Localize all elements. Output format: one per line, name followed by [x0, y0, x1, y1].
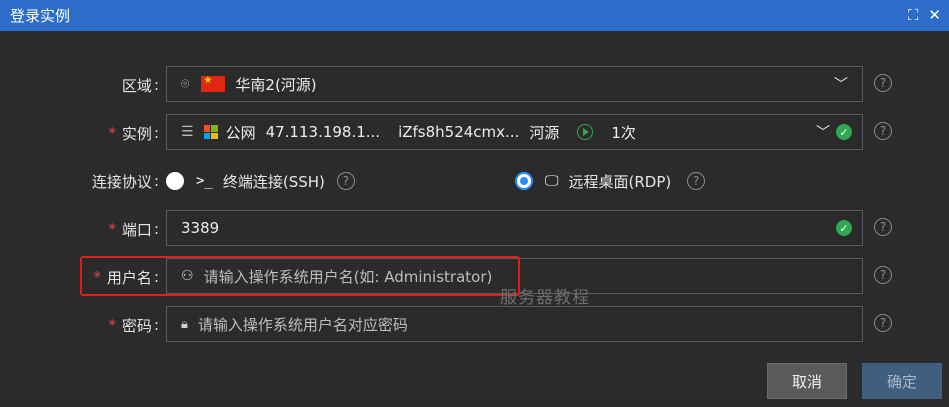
- username-help-icon[interactable]: ?: [874, 266, 892, 284]
- port-input[interactable]: 3389 ✓: [166, 210, 863, 246]
- ssh-option-label[interactable]: 终端连接(SSH): [223, 171, 325, 192]
- check-icon: ✓: [836, 220, 852, 236]
- instance-help-icon[interactable]: ?: [874, 122, 892, 140]
- expand-icon[interactable]: ⛶: [908, 8, 919, 23]
- ssh-radio[interactable]: [166, 172, 184, 190]
- lock-icon: 🔒︎: [181, 316, 188, 332]
- instance-network: 公网: [225, 123, 256, 142]
- region-select[interactable]: ⌾ 华南2(河源) ﹀: [166, 66, 863, 102]
- titlebar-actions: ⛶ ✕: [908, 8, 941, 23]
- instance-ip: 47.113.198.1...: [265, 123, 381, 141]
- windows-logo-icon: [203, 125, 218, 139]
- location-pin-icon: ⌾: [181, 76, 190, 92]
- password-help-icon[interactable]: ?: [874, 314, 892, 332]
- password-input[interactable]: 🔒︎ 请输入操作系统用户名对应密码: [166, 306, 863, 342]
- region-label: 区域:: [121, 76, 159, 95]
- server-icon: ☰: [181, 124, 194, 140]
- watermark-text: 服务器教程: [500, 288, 590, 308]
- rdp-radio[interactable]: [515, 172, 533, 190]
- china-flag-icon: [201, 75, 226, 92]
- chevron-down-icon[interactable]: ﹀: [816, 122, 830, 142]
- terminal-icon: >_: [196, 173, 213, 189]
- instance-label: * 实例:: [108, 124, 159, 143]
- instance-zone: 河源: [529, 123, 560, 142]
- running-status-icon: [577, 124, 594, 140]
- instance-id: iZfs8h524cmx...: [398, 123, 520, 141]
- confirm-button[interactable]: 确定: [862, 363, 942, 399]
- user-icon: ⚇: [181, 268, 194, 284]
- password-label: * 密码:: [108, 316, 159, 335]
- password-row: * 密码: 🔒︎ 请输入操作系统用户名对应密码 ?: [0, 306, 949, 344]
- protocol-row: 连接协议: >_ 终端连接(SSH) ? 🖵 远程桌面(RDP) ?: [0, 162, 949, 200]
- protocol-options: >_ 终端连接(SSH) ?: [166, 162, 355, 200]
- username-placeholder: 请输入操作系统用户名(如: Administrator): [203, 267, 493, 286]
- password-placeholder: 请输入操作系统用户名对应密码: [197, 315, 408, 334]
- remote-desktop-icon: 🖵: [545, 173, 559, 189]
- region-help-icon[interactable]: ?: [874, 74, 892, 92]
- protocol-label: 连接协议:: [91, 172, 159, 191]
- instance-row: * 实例: ☰ 公网 47.113.198.1... iZfs8h524cmx..…: [0, 114, 949, 152]
- chevron-down-icon[interactable]: ﹀: [834, 74, 848, 94]
- username-label: * 用户名:: [93, 268, 159, 287]
- cancel-button[interactable]: 取消: [767, 363, 847, 399]
- rdp-option: 🖵 远程桌面(RDP) ?: [515, 162, 706, 200]
- rdp-option-label[interactable]: 远程桌面(RDP): [569, 171, 672, 192]
- close-icon[interactable]: ✕: [928, 8, 941, 23]
- check-icon: ✓: [836, 124, 852, 140]
- port-row: * 端口: 3389 ✓ ?: [0, 210, 949, 248]
- instance-login-count: 1次: [611, 123, 636, 142]
- port-value: 3389: [181, 219, 220, 237]
- rdp-help-icon[interactable]: ?: [687, 172, 706, 190]
- dialog-title: 登录实例: [10, 7, 71, 25]
- port-help-icon[interactable]: ?: [874, 218, 892, 236]
- region-row: 区域: ⌾ 华南2(河源) ﹀ ?: [0, 66, 949, 104]
- username-row: * 用户名: ⚇ 请输入操作系统用户名(如: Administrator) ?: [0, 258, 949, 296]
- dialog-titlebar: 登录实例 ⛶ ✕: [0, 0, 949, 31]
- ssh-help-icon[interactable]: ?: [336, 172, 355, 190]
- region-value: 华南2(河源): [235, 75, 317, 94]
- instance-select[interactable]: ☰ 公网 47.113.198.1... iZfs8h524cmx... 河源 …: [166, 114, 863, 150]
- port-label: * 端口:: [108, 220, 159, 239]
